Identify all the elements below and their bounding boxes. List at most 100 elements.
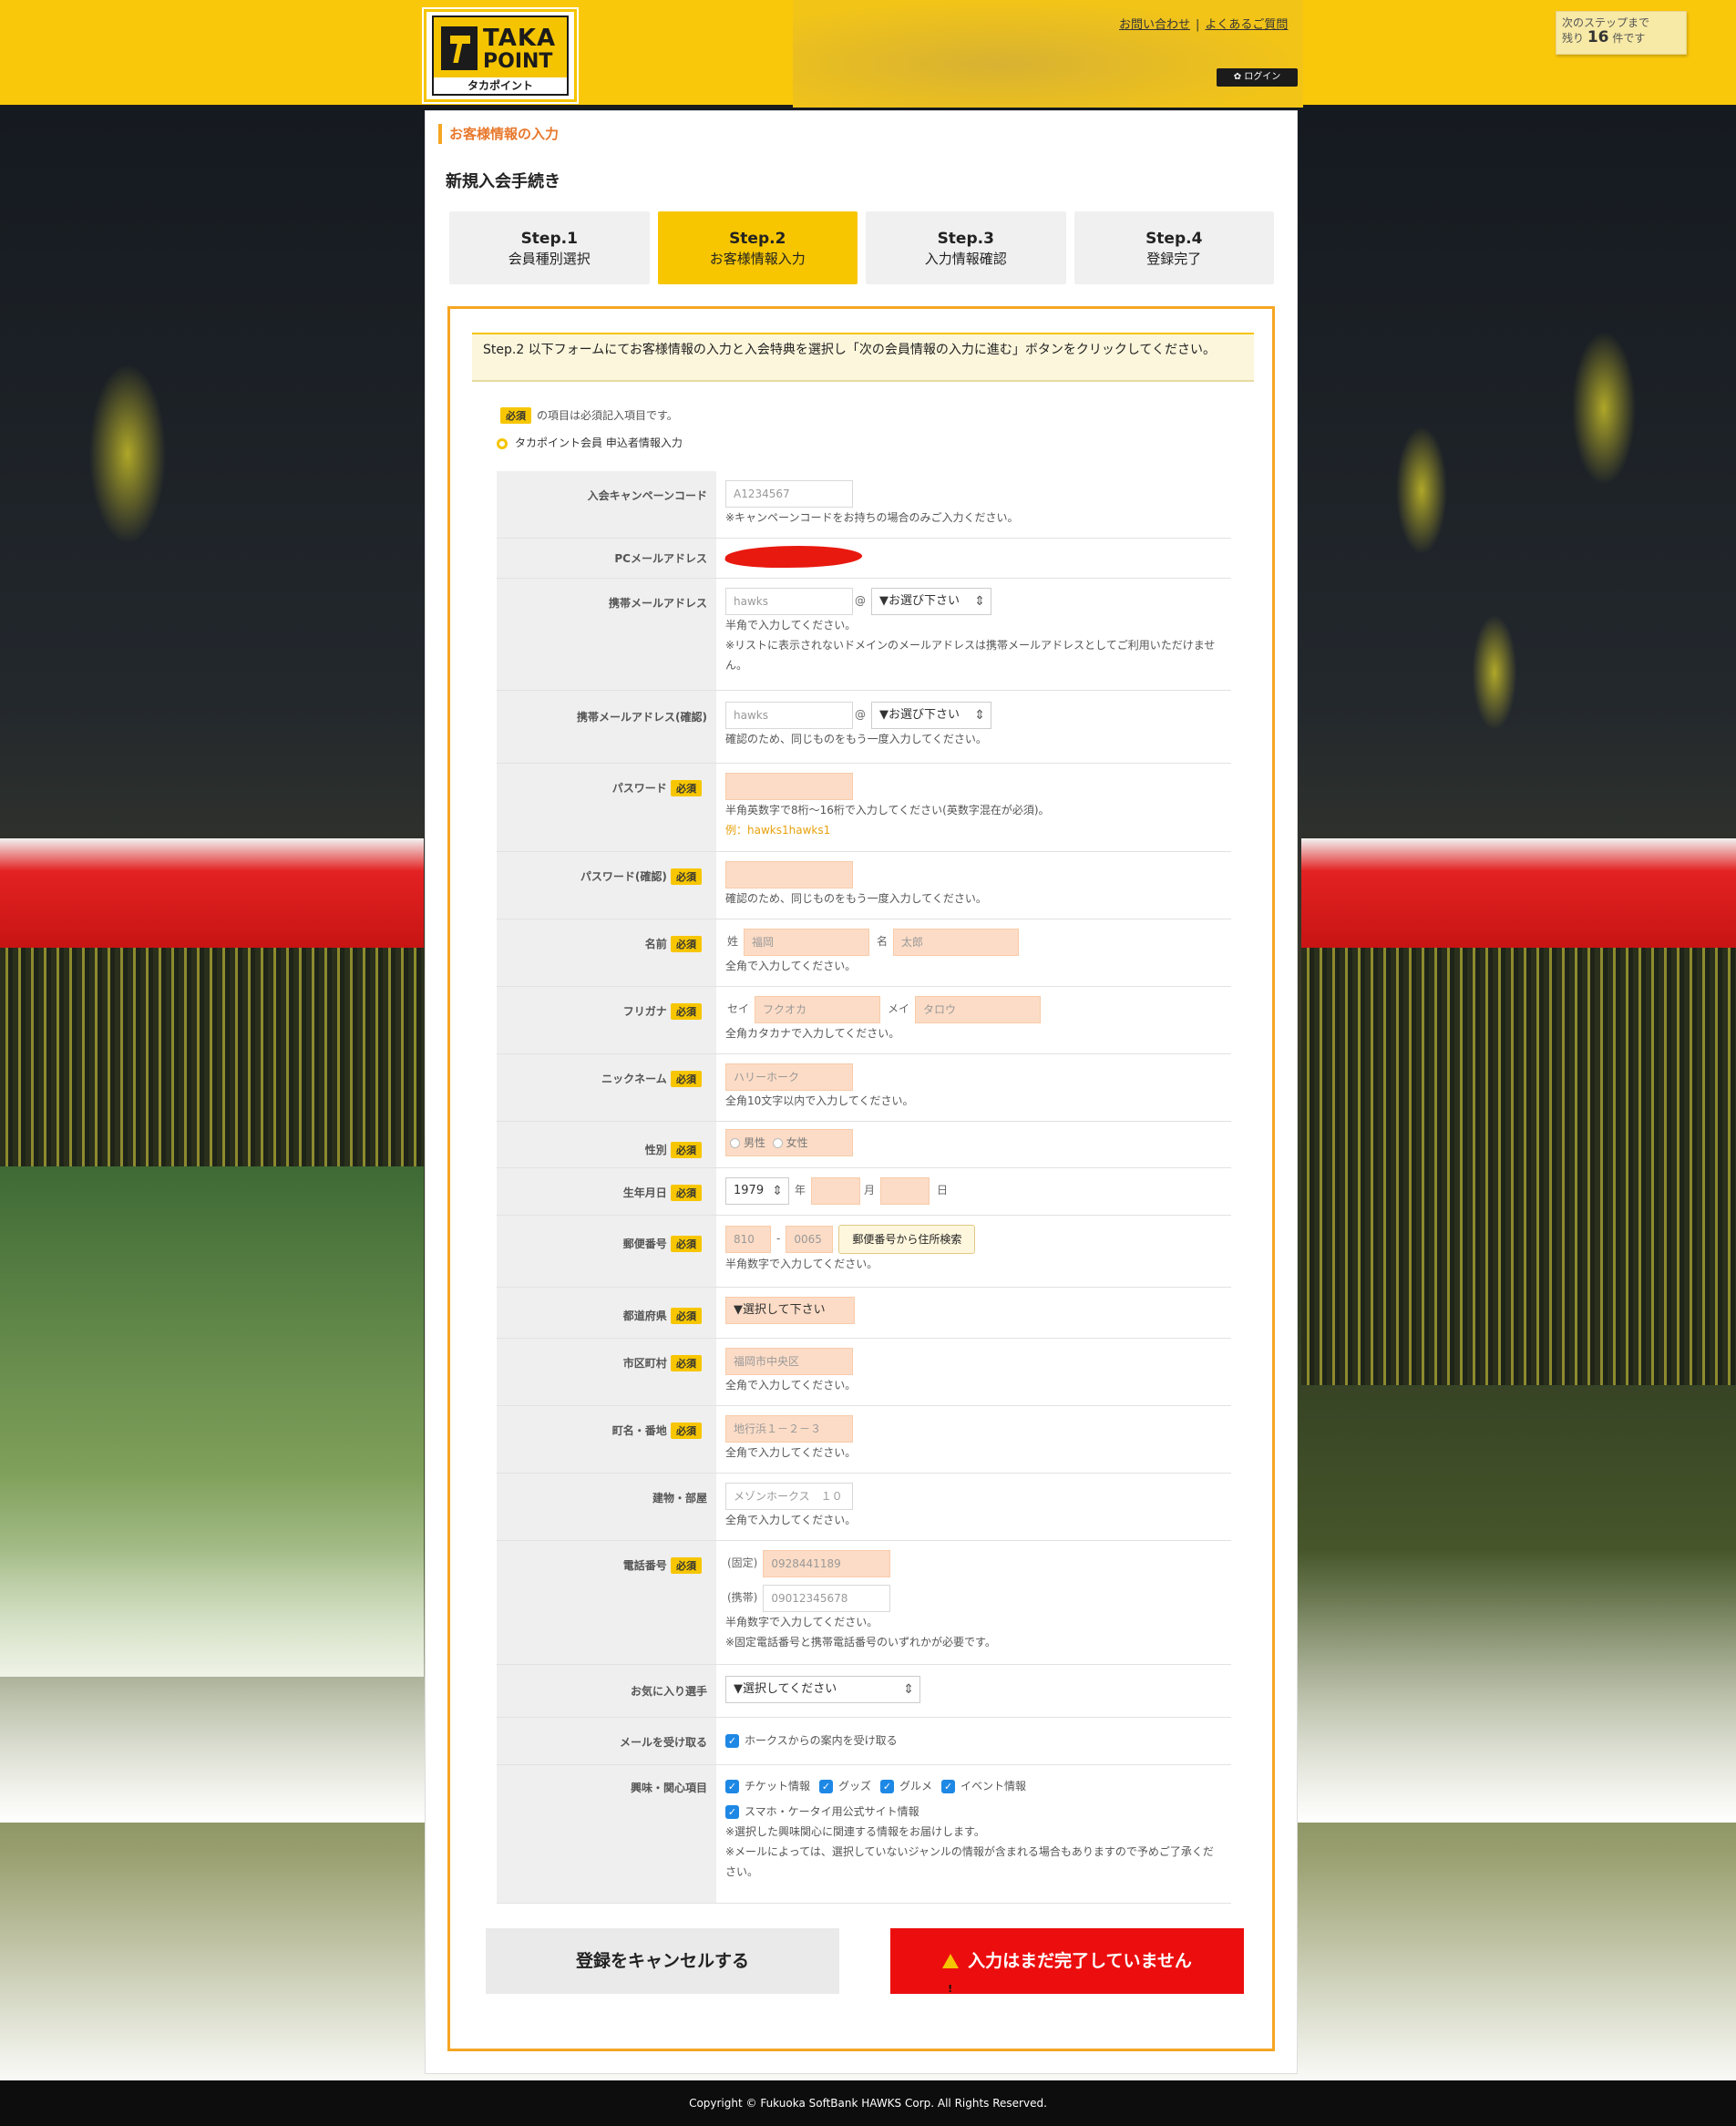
first-name-kana-input[interactable]: タロウ — [915, 995, 1042, 1023]
checkbox-checked-icon[interactable]: ✓ — [725, 1804, 739, 1819]
password-input[interactable] — [725, 772, 853, 800]
remaining-steps-note: 次のステップまで 残り 16 件です — [1556, 11, 1687, 55]
tab-step-number: Step.4 — [1145, 230, 1203, 248]
field-value: ハリーホーク 全角10文字以内で入力してください。 — [716, 1053, 1231, 1122]
step-tabs: Step.1 会員種別選択 Step.2 お客様情報入力 Step.3 入力情報確認 … — [449, 211, 1274, 284]
field-label: 市区町村 必須 — [497, 1338, 716, 1406]
prefecture-select[interactable]: ▼選択して下さい — [725, 1296, 855, 1324]
login-button[interactable]: ✿ ログイン — [1217, 68, 1298, 87]
row-pref: 都道府県 必須 ▼選択して下さい — [497, 1287, 1231, 1339]
birth-year-select[interactable]: 1979 — [725, 1176, 789, 1205]
radio-female[interactable] — [772, 1137, 783, 1148]
field-value: ▼選択してください — [716, 1664, 1231, 1718]
field-label: 生年月日 必須 — [497, 1167, 716, 1216]
required-badge: 必須 — [671, 1556, 702, 1574]
tab-step1: Step.1 会員種別選択 — [449, 211, 650, 284]
male-label: 男性 — [744, 1135, 766, 1149]
contact-link[interactable]: お問い合わせ — [1119, 18, 1190, 32]
row-campaign: 入会キャンペーンコード A1234567 ※キャンペーンコードをお持ちの場合のみ… — [497, 471, 1231, 539]
row-password: パスワード 必須 半角英数字で8桁〜16桁で入力してください(英数字混在が必須)… — [497, 763, 1231, 852]
mobile-mail-confirm-domain-select[interactable]: ▼お選び下さい — [871, 701, 991, 729]
city-input[interactable]: 福岡市中央区 — [725, 1347, 853, 1375]
interest-label: グッズ — [838, 1779, 872, 1792]
required-note-text: の項目は必須記入項目です。 — [537, 409, 678, 422]
interest-goods[interactable]: ✓ グッズ — [819, 1776, 871, 1796]
interest-mobile-site[interactable]: ✓ スマホ・ケータイ用公式サイト情報 — [725, 1802, 919, 1822]
birth-month-input[interactable] — [811, 1176, 861, 1205]
zip2-input[interactable]: 0065 — [786, 1225, 834, 1253]
field-value: 確認のため、同じものをもう一度入力してください。 — [716, 851, 1231, 919]
field-label: フリガナ 必須 — [497, 986, 716, 1054]
interest-gourmet[interactable]: ✓ グルメ — [880, 1776, 932, 1796]
mail-receive-option[interactable]: ✓ ホークスからの案内を受け取る — [725, 1731, 898, 1751]
section-heading: タカポイント会員 申込者情報入力 — [497, 435, 683, 450]
zip-label: 郵便番号 — [622, 1237, 667, 1250]
checkbox-checked-icon[interactable]: ✓ — [880, 1779, 895, 1793]
campaign-code-input[interactable]: A1234567 — [725, 480, 853, 508]
steps-note-pre: 次のステップまで — [1562, 16, 1650, 29]
gender-female-option[interactable]: 女性 — [772, 1136, 808, 1149]
fixed-phone-input[interactable]: 0928441189 — [763, 1549, 891, 1577]
mobile-phone-input[interactable]: 09012345678 — [763, 1584, 891, 1612]
required-badge: 必須 — [671, 1184, 702, 1201]
tab-step2: Step.2 お客様情報入力 — [657, 211, 858, 284]
field-value: ▼選択して下さい — [716, 1287, 1231, 1339]
submit-button[interactable]: 入力はまだ完了していません — [890, 1928, 1244, 2022]
redacted-email-mark — [723, 545, 865, 568]
zip1-input[interactable]: 810 — [725, 1225, 771, 1253]
field-label: 携帯メールアドレス — [497, 578, 716, 691]
mobile-mail-confirm-input[interactable]: hawks — [725, 701, 853, 729]
year-unit: 年 — [795, 1184, 806, 1197]
field-label: ニックネーム 必須 — [497, 1053, 716, 1122]
mobile-mail-input[interactable]: hawks — [725, 587, 853, 615]
field-value: 810-0065 郵便番号から住所検索 半角数字で入力してください。 — [716, 1215, 1231, 1288]
field-label: 入会キャンペーンコード — [497, 471, 716, 539]
favorite-label: お気に入り選手 — [630, 1684, 707, 1698]
header-links: お問い合わせ | よくあるご質問 — [1119, 15, 1288, 32]
checkbox-checked-icon[interactable]: ✓ — [819, 1779, 834, 1793]
checkbox-checked-icon[interactable]: ✓ — [725, 1779, 739, 1793]
crowd-right — [1301, 948, 1736, 1385]
field-value: ✓ ホークスからの案内を受け取る — [716, 1717, 1231, 1765]
building-input[interactable]: メゾンホークス １０ — [725, 1482, 853, 1510]
row-name: 名前 必須 姓福岡名太郎 全角で入力してください。 — [497, 919, 1231, 987]
last-name-kana-input[interactable]: フクオカ — [755, 995, 881, 1023]
city-hint: 全角で入力してください。 — [725, 1378, 857, 1392]
first-name-input[interactable]: 太郎 — [893, 928, 1020, 956]
checkbox-checked-icon[interactable]: ✓ — [941, 1779, 956, 1793]
tab-step-label: 入力情報確認 — [924, 251, 1007, 267]
field-value: 男性 女性 — [716, 1121, 1231, 1168]
password-label: パスワード — [611, 781, 667, 795]
cancel-button[interactable]: 登録をキャンセルする — [486, 1928, 839, 1994]
field-value: メゾンホークス １０ 全角で入力してください。 — [716, 1473, 1231, 1541]
field-value: A1234567 ※キャンペーンコードをお持ちの場合のみご入力ください。 — [716, 471, 1231, 539]
favorite-player-select[interactable]: ▼選択してください — [725, 1675, 920, 1703]
mei-kana-prefix: メイ — [888, 1002, 910, 1015]
checkbox-checked-icon[interactable]: ✓ — [725, 1733, 739, 1748]
interest-ticket[interactable]: ✓ チケット情報 — [725, 1776, 810, 1796]
tab-step-number: Step.2 — [729, 230, 786, 248]
faq-link[interactable]: よくあるご質問 — [1205, 18, 1288, 32]
mobile-mail-hint-2: ※リストに表示されないドメインのメールアドレスは携帯メールアドレスとしてご利用い… — [725, 638, 1216, 672]
pref-label: 都道府県 — [622, 1309, 667, 1322]
password-confirm-input[interactable] — [725, 860, 853, 888]
takapoint-logo[interactable]: TAKA POINT タカポイント — [424, 9, 577, 102]
interest-event[interactable]: ✓ イベント情報 — [941, 1776, 1026, 1796]
zip-search-button[interactable]: 郵便番号から住所検索 — [838, 1224, 976, 1254]
street-input[interactable]: 地行浜１－２－３ — [725, 1414, 853, 1443]
day-unit: 日 — [937, 1184, 949, 1197]
row-kana: フリガナ 必須 セイ フクオカ メイ タロウ 全角カタカナで入力してください。 — [497, 986, 1231, 1054]
phone-hint: 半角数字で入力してください。 — [725, 1615, 878, 1628]
gender-radio-group: 男性 女性 — [725, 1128, 853, 1156]
section-heading-text: タカポイント会員 申込者情報入力 — [515, 436, 683, 449]
nickname-input[interactable]: ハリーホーク — [725, 1063, 853, 1091]
last-name-input[interactable]: 福岡 — [744, 928, 870, 956]
row-mobile-mail: 携帯メールアドレス hawks@ ▼お選び下さい 半角で入力してください。 ※リス… — [497, 578, 1231, 691]
circle-icon — [497, 437, 508, 449]
gender-male-option[interactable]: 男性 — [730, 1136, 765, 1149]
birth-day-input[interactable] — [880, 1176, 930, 1205]
row-street: 町名・番地 必須 地行浜１－２－３ 全角で入力してください。 — [497, 1405, 1231, 1474]
radio-male[interactable] — [730, 1137, 740, 1148]
mobile-mail-domain-select[interactable]: ▼お選び下さい — [871, 587, 991, 615]
field-value: ✓ チケット情報 ✓ グッズ ✓ グルメ ✓ イベント情報 ✓ スマホ・ケータイ用公式サイト情報… — [716, 1764, 1231, 1904]
